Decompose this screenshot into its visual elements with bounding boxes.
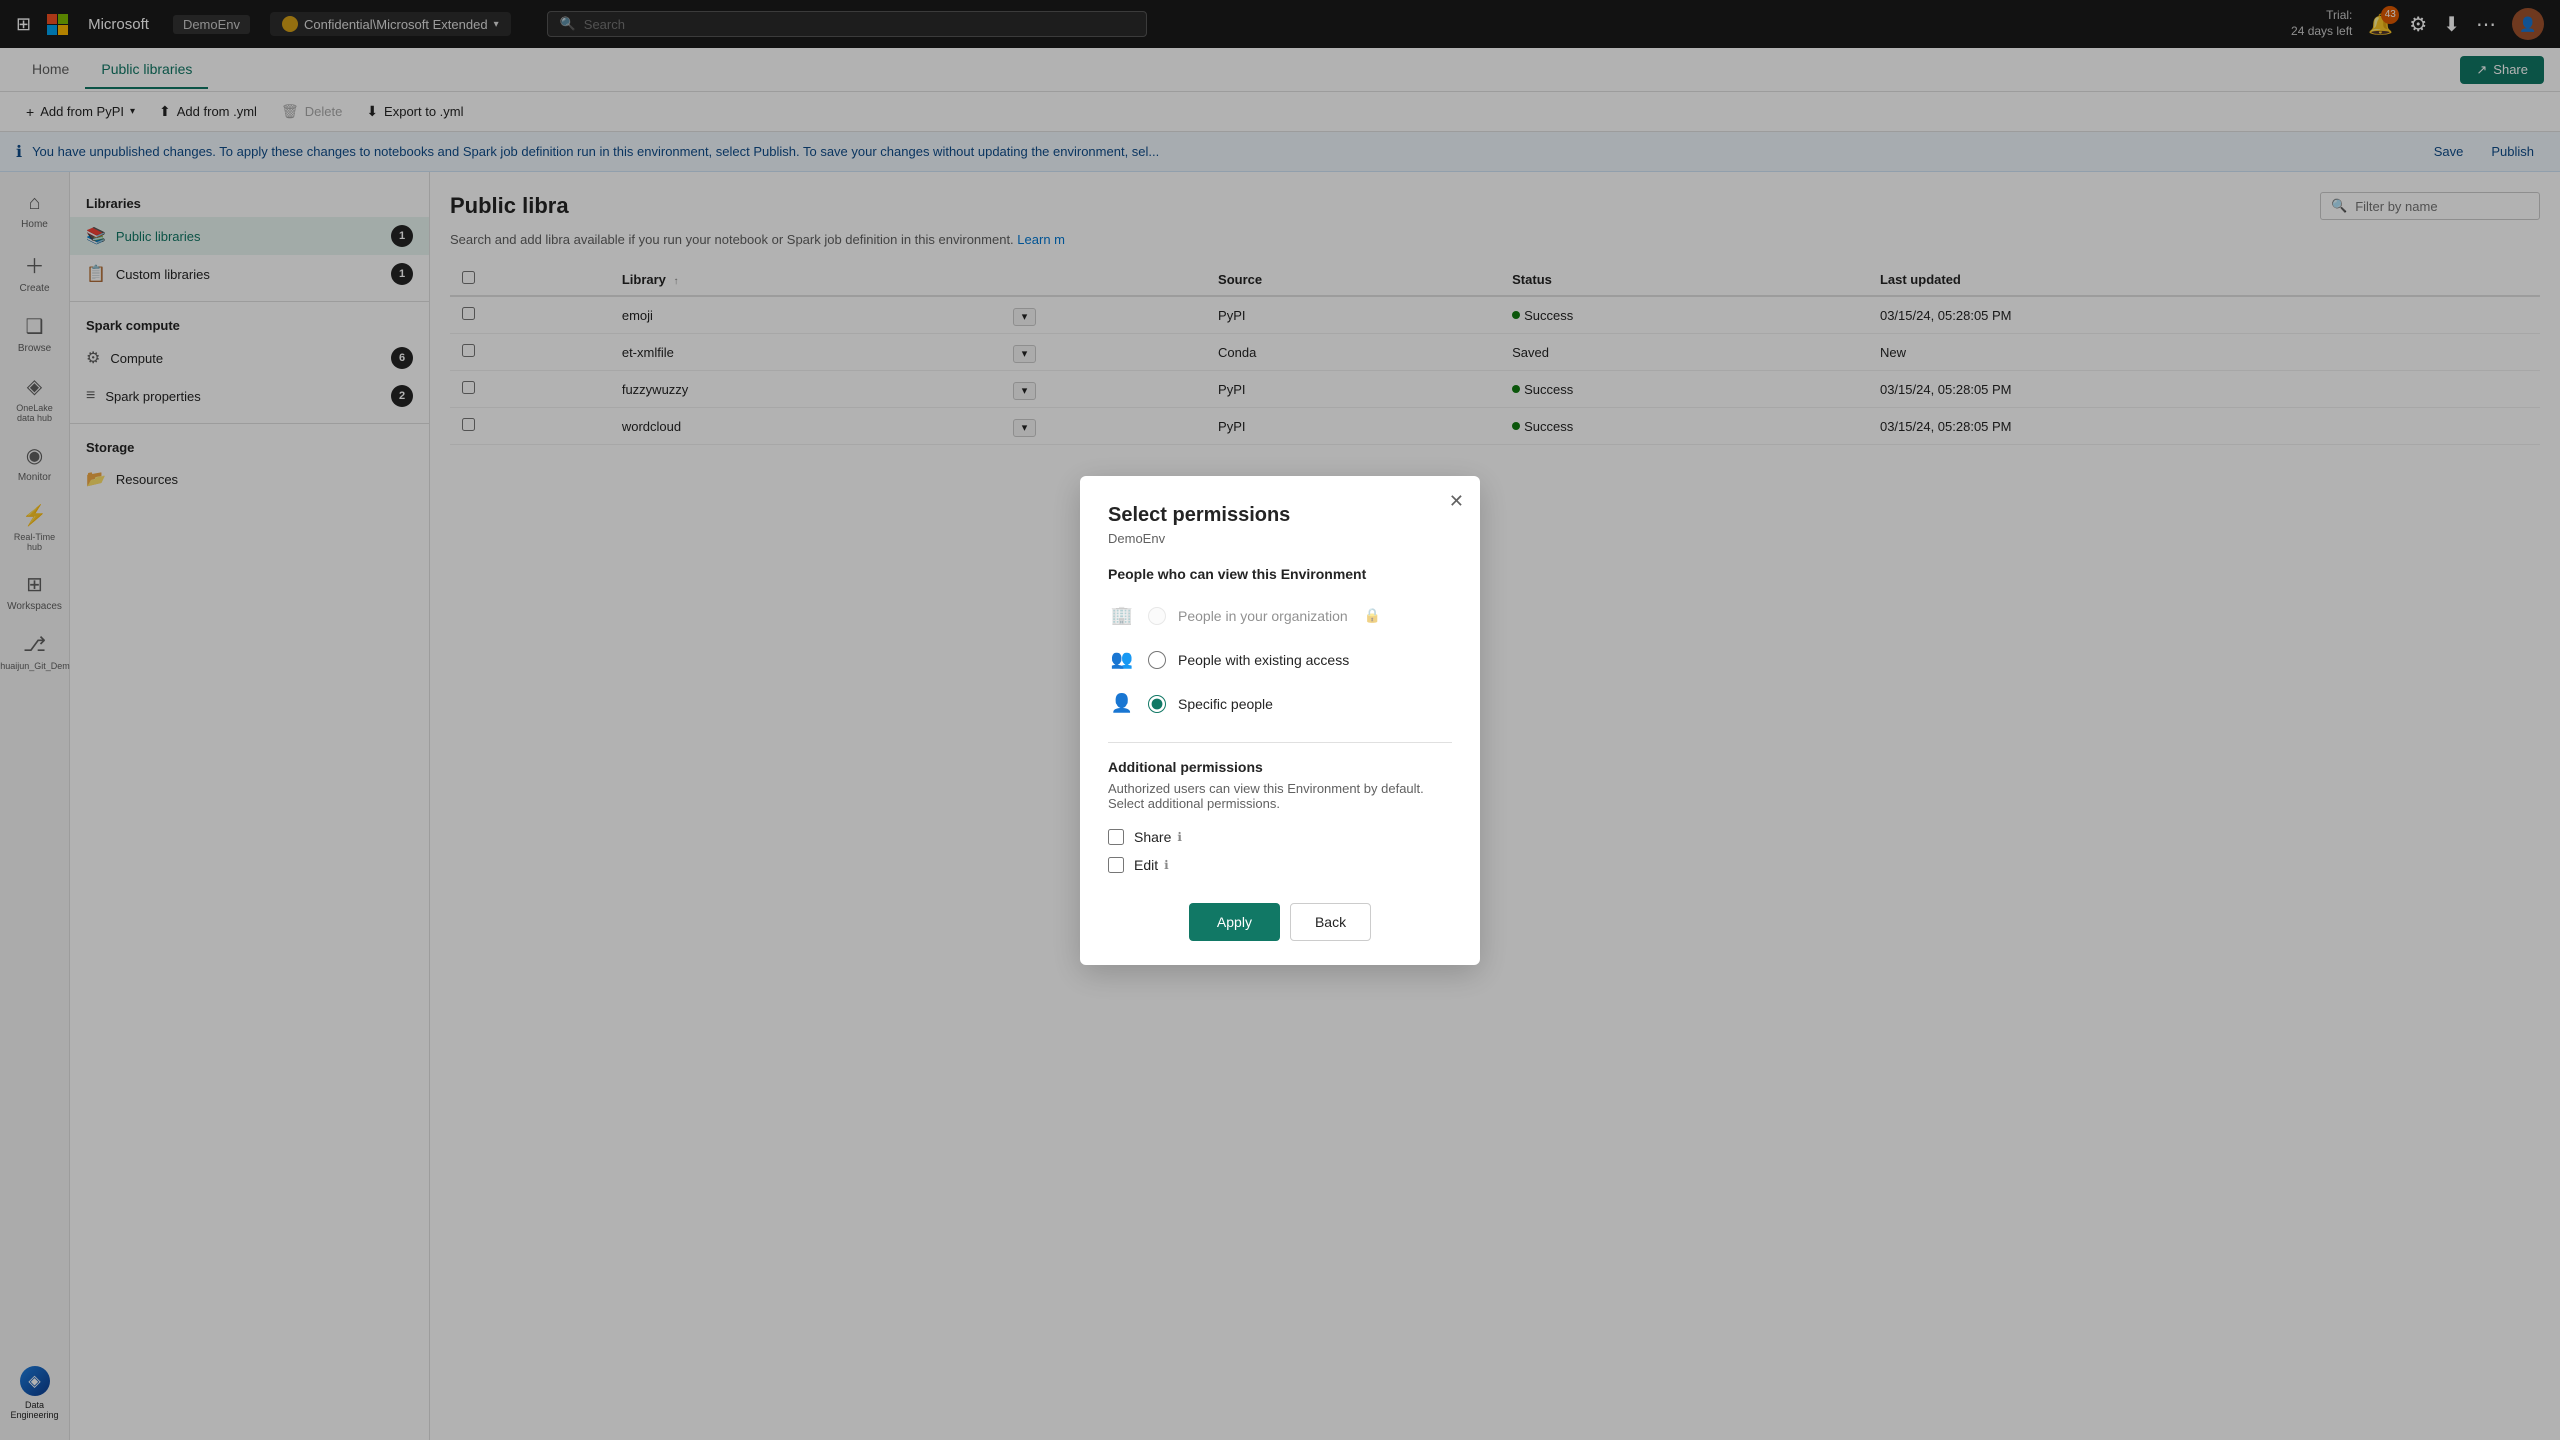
radio-option-existing[interactable]: 👥 People with existing access	[1108, 638, 1452, 682]
radio-label-existing: People with existing access	[1178, 652, 1349, 668]
share-label: Share ℹ	[1134, 829, 1182, 845]
dialog-subtitle: DemoEnv	[1108, 531, 1452, 546]
share-info-icon: ℹ	[1177, 830, 1182, 844]
edit-checkbox[interactable]	[1108, 857, 1124, 873]
dialog-footer: Apply Back	[1108, 903, 1452, 941]
org-icon-wrap: 🏢	[1108, 602, 1136, 630]
edit-label: Edit ℹ	[1134, 857, 1169, 873]
view-section-label: People who can view this Environment	[1108, 566, 1452, 582]
radio-option-specific[interactable]: 👤 Specific people	[1108, 682, 1452, 726]
radio-input-specific[interactable]	[1148, 695, 1166, 713]
building-icon: 🏢	[1111, 605, 1133, 626]
dialog-title: Select permissions	[1108, 504, 1452, 527]
dialog-close-button[interactable]: ✕	[1449, 492, 1464, 510]
existing-icon-wrap: 👥	[1108, 646, 1136, 674]
radio-label-specific: Specific people	[1178, 696, 1273, 712]
dialog-overlay: ✕ Select permissions DemoEnv People who …	[0, 0, 2560, 1440]
select-permissions-dialog: ✕ Select permissions DemoEnv People who …	[1080, 476, 1480, 965]
radio-input-org[interactable]	[1148, 607, 1166, 625]
radio-label-org: People in your organization	[1178, 608, 1348, 624]
section-divider	[1108, 742, 1452, 743]
apply-button[interactable]: Apply	[1189, 903, 1280, 941]
share-checkbox[interactable]	[1108, 829, 1124, 845]
edit-info-icon: ℹ	[1164, 858, 1169, 872]
checkbox-share[interactable]: Share ℹ	[1108, 823, 1452, 851]
additional-permissions-section: Additional permissions Authorized users …	[1108, 759, 1452, 879]
back-button[interactable]: Back	[1290, 903, 1371, 941]
lock-icon: 🔒	[1364, 607, 1381, 624]
specific-people-icon: 👤	[1111, 693, 1133, 714]
additional-desc: Authorized users can view this Environme…	[1108, 781, 1452, 811]
checkbox-edit[interactable]: Edit ℹ	[1108, 851, 1452, 879]
radio-option-org: 🏢 People in your organization 🔒	[1108, 594, 1452, 638]
radio-input-existing[interactable]	[1148, 651, 1166, 669]
additional-title: Additional permissions	[1108, 759, 1452, 775]
people-icon: 👥	[1111, 649, 1133, 670]
specific-icon-wrap: 👤	[1108, 690, 1136, 718]
